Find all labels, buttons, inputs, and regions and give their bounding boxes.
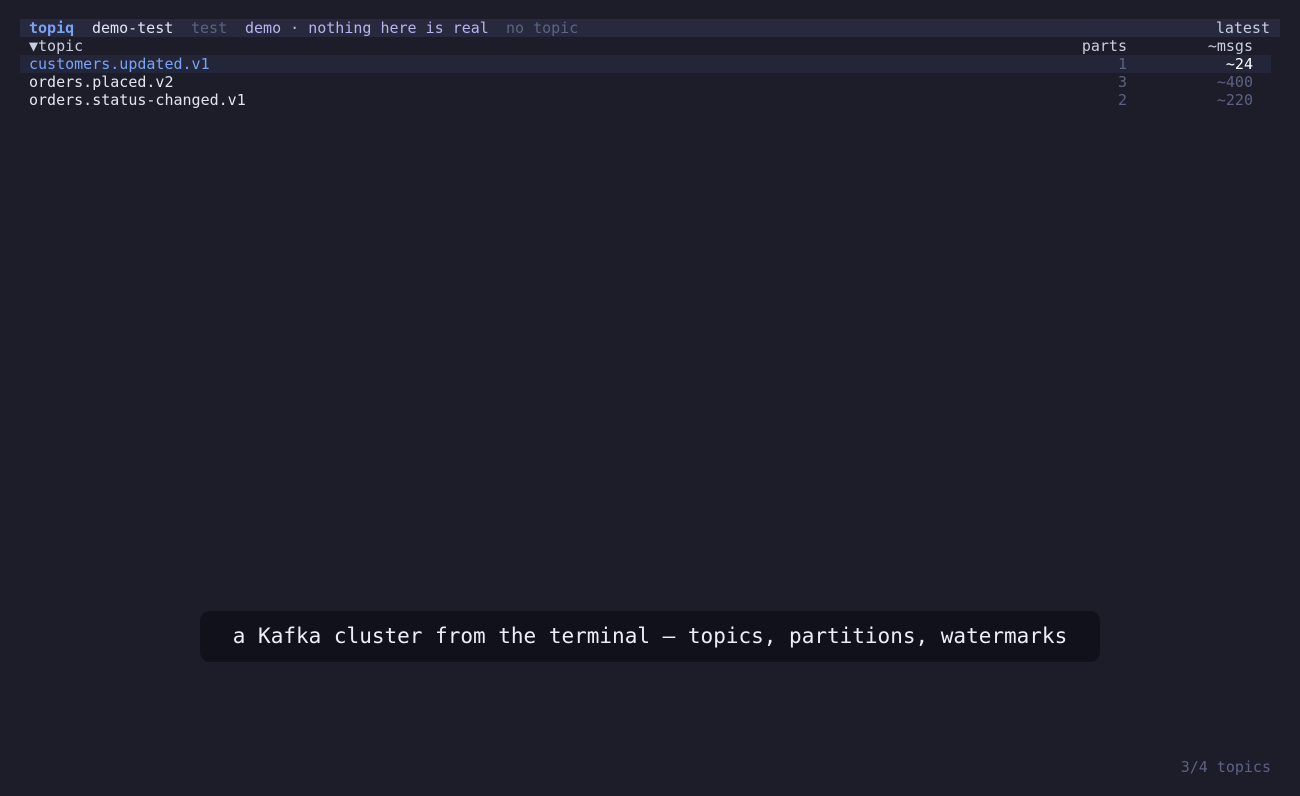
topic-message-count: ~220 (1216, 91, 1253, 109)
status-bar: topiq demo-test test demo · nothing here… (20, 19, 1280, 37)
topic-name: customers.updated.v1 (29, 55, 210, 73)
table-row[interactable]: customers.updated.v1 1 ~24 (20, 55, 1271, 73)
offset-mode[interactable]: latest (1216, 19, 1270, 37)
table-row[interactable]: orders.status-changed.v1 2 ~220 (20, 91, 1271, 109)
topic-name: orders.status-changed.v1 (29, 91, 246, 109)
topic-partitions: 3 (1117, 73, 1127, 91)
demo-banner: demo · nothing here is real (245, 19, 489, 37)
topic-message-count: ~24 (1225, 55, 1253, 73)
topic-message-count: ~400 (1216, 73, 1253, 91)
environment-label: test (191, 19, 228, 37)
app-name: topiq (29, 19, 75, 37)
table-header: ▼topic parts ~msgs (20, 37, 1271, 55)
terminal-window: topiq demo-test test demo · nothing here… (0, 0, 1300, 796)
topic-name: orders.placed.v2 (29, 73, 174, 91)
column-header-topic[interactable]: ▼topic (29, 37, 83, 55)
topic-count: 3/4 topics (1180, 758, 1271, 776)
topic-partitions: 1 (1117, 55, 1127, 73)
selected-topic-indicator: no topic (506, 19, 579, 37)
table-row[interactable]: orders.placed.v2 3 ~400 (20, 73, 1271, 91)
column-header-msgs[interactable]: ~msgs (1208, 37, 1253, 55)
caption-overlay: a Kafka cluster from the terminal — topi… (200, 611, 1100, 662)
topics-table: ▼topic parts ~msgs customers.updated.v1 … (20, 37, 1271, 109)
profile-name: demo-test (92, 19, 174, 37)
column-header-parts[interactable]: parts (1082, 37, 1127, 55)
topic-partitions: 2 (1117, 91, 1127, 109)
